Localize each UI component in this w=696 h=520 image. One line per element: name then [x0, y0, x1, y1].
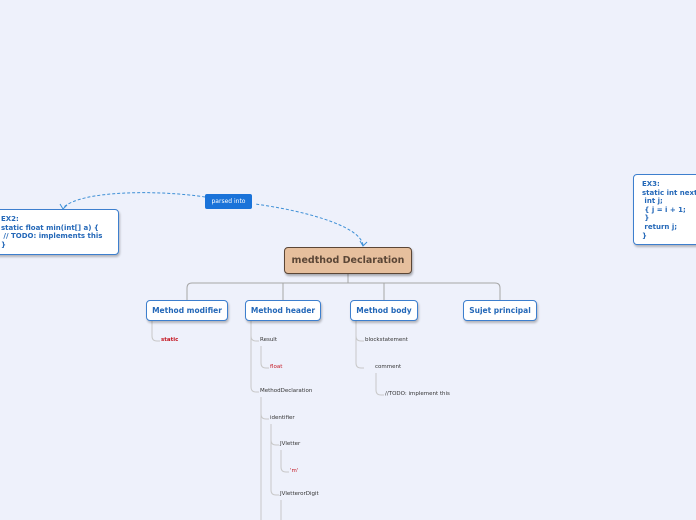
floating-topic-ex2[interactable]: EX2: static float min(int[] a) { // TODO…	[0, 209, 119, 255]
leaf-method-declaration[interactable]: MethodDeclaration	[260, 388, 312, 394]
leaf-blockstatement[interactable]: blockstatement	[365, 337, 408, 343]
branch-method-header[interactable]: Method header	[245, 300, 321, 321]
leaf-identifier[interactable]: identifier	[270, 415, 295, 421]
branch-method-body[interactable]: Method body	[350, 300, 418, 321]
central-topic[interactable]: medthod Declaration	[284, 247, 412, 274]
leaf-static[interactable]: static	[161, 337, 178, 343]
leaf-result[interactable]: Result	[260, 337, 277, 343]
relationship-label[interactable]: parsed into	[205, 194, 252, 209]
branch-sujet-principal[interactable]: Sujet principal	[463, 300, 537, 321]
leaf-float[interactable]: float	[270, 364, 282, 370]
leaf-comment[interactable]: comment	[375, 364, 401, 370]
branch-method-modifier[interactable]: Method modifier	[146, 300, 228, 321]
leaf-jvletter[interactable]: JVletter	[280, 441, 300, 447]
leaf-todo-comment[interactable]: //TODO: implement this	[385, 391, 450, 397]
leaf-jvletterordigit[interactable]: JVletterorDigit	[280, 491, 319, 497]
floating-topic-ex3[interactable]: EX3: static int next int j; { j = i + 1;…	[633, 174, 696, 245]
leaf-m[interactable]: 'm'	[290, 468, 298, 474]
